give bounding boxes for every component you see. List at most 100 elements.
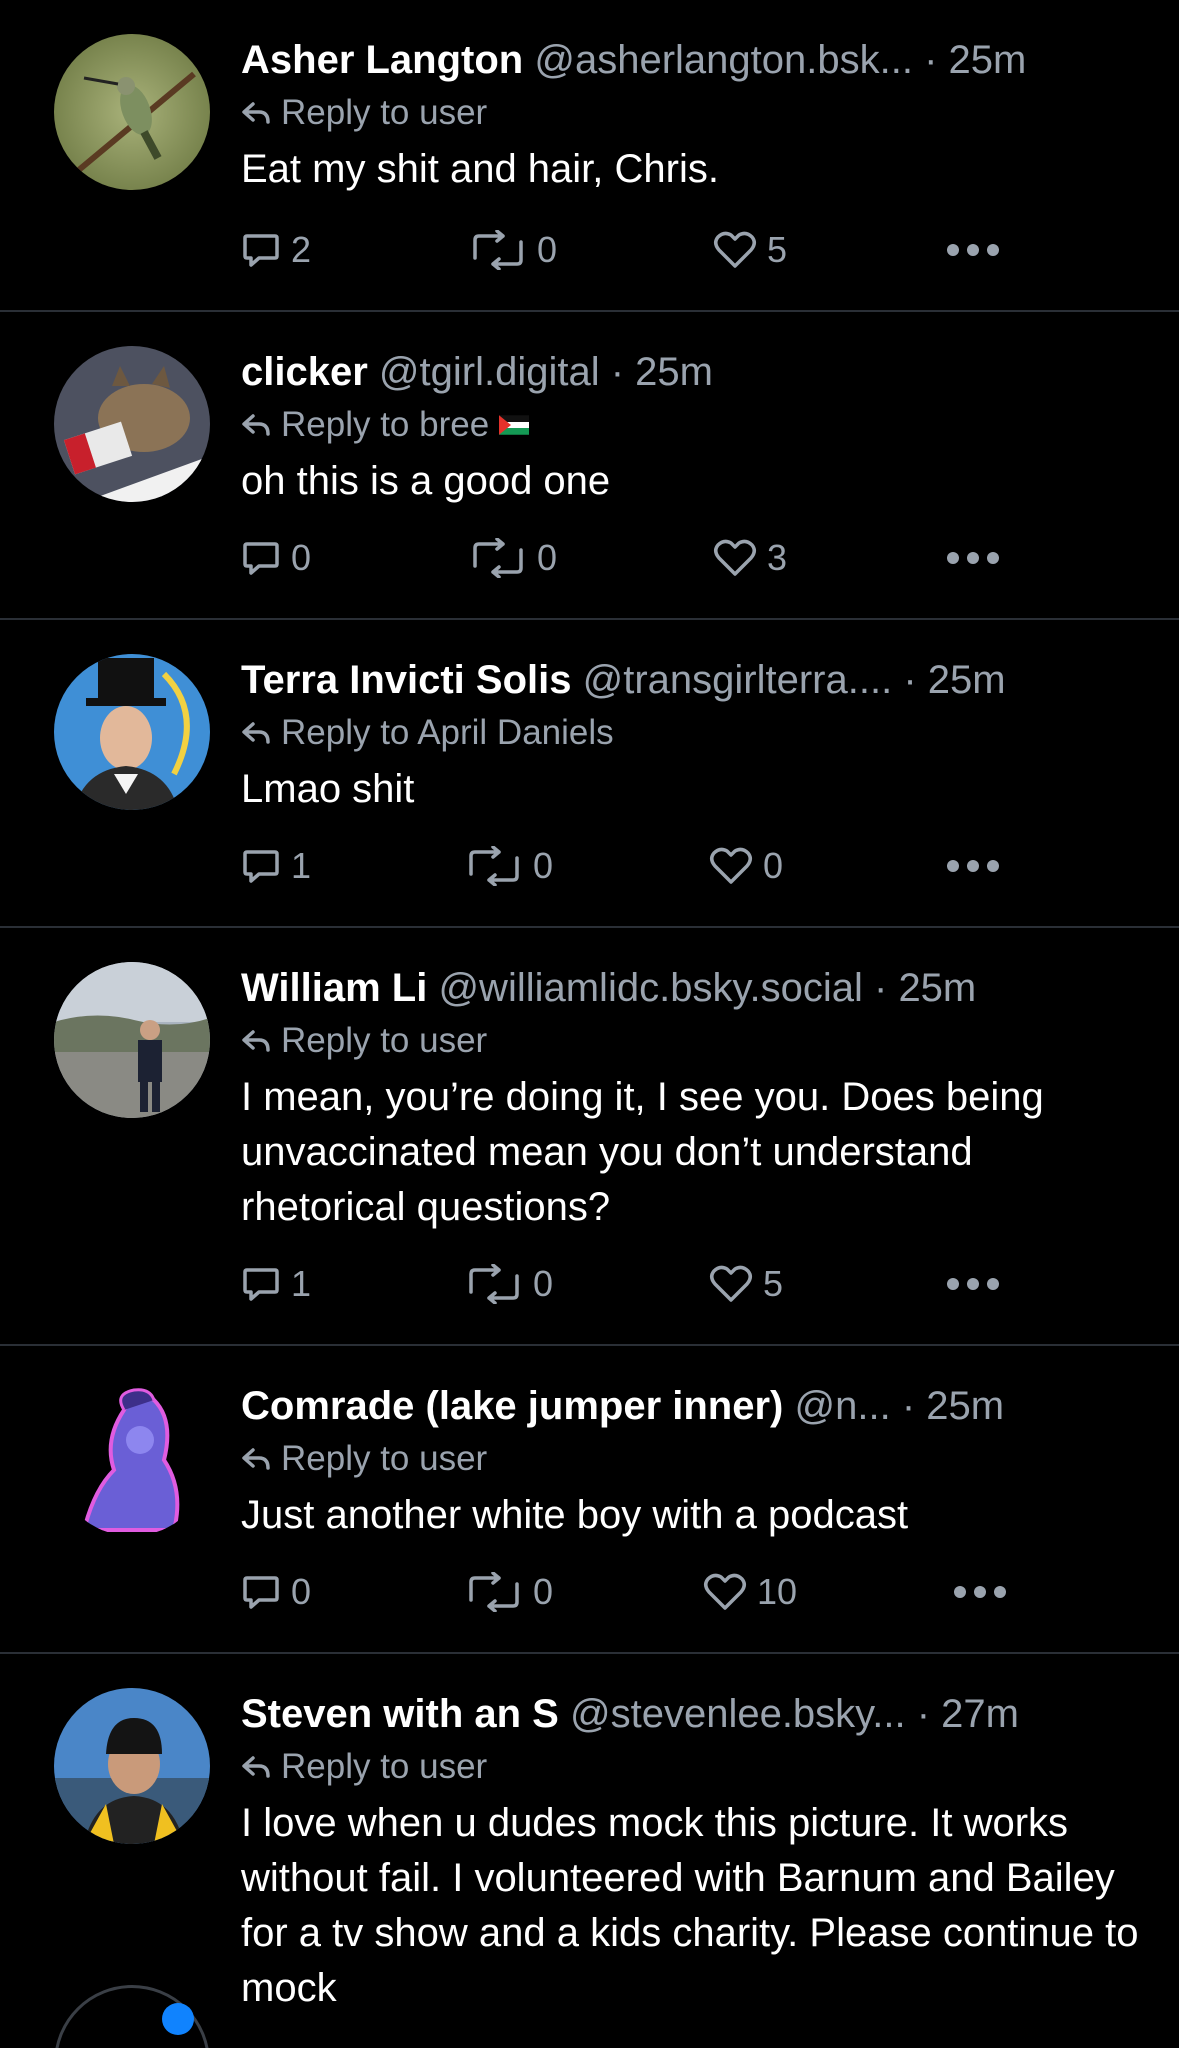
heart-icon [710, 1265, 752, 1302]
post-terra-invicti-solis[interactable]: Terra Invicti Solis @transgirlterra.... … [0, 620, 1179, 928]
avatar[interactable] [54, 34, 210, 190]
post-header: Steven with an S @stevenlee.bsky... · 27… [241, 1686, 1139, 1742]
repost-count: 0 [537, 229, 558, 270]
repost-arrows-icon [469, 1264, 519, 1304]
reply-to-label: Reply to user [281, 93, 488, 132]
more-options-button[interactable] [953, 1564, 1007, 1620]
post-time[interactable]: 25m [635, 350, 713, 394]
reply-context[interactable]: Reply to user [241, 1434, 1139, 1484]
repost-arrows-icon [469, 1572, 519, 1612]
beanie-man-avatar-image [54, 1688, 210, 1844]
author-name[interactable]: Terra Invicti Solis [241, 658, 572, 702]
post-time[interactable]: 25m [928, 658, 1006, 702]
ellipsis-icon [954, 1586, 1006, 1598]
reply-context[interactable]: Reply to user [241, 88, 1139, 138]
repost-count: 0 [533, 1571, 554, 1612]
separator-dot: · [901, 1384, 916, 1428]
post-comrade[interactable]: Comrade (lake jumper inner) @n... · 25m … [0, 1346, 1179, 1654]
repost-button[interactable]: 0 [465, 838, 553, 894]
outdoor-portrait-avatar-image [54, 962, 210, 1118]
post-time[interactable]: 25m [898, 966, 976, 1010]
more-options-button[interactable] [946, 838, 1000, 894]
like-count: 5 [763, 1263, 784, 1304]
reply-context[interactable]: Reply to bree [241, 400, 1139, 450]
reply-arrow-icon [242, 414, 270, 436]
post-clicker[interactable]: clicker @tgirl.digital · 25m Reply to br… [0, 312, 1179, 620]
post-time[interactable]: 25m [949, 38, 1027, 82]
post-text: I love when u dudes mock this picture. I… [241, 1801, 1139, 2010]
author-handle[interactable]: @asherlangton.bsk... [534, 38, 913, 82]
ellipsis-icon [947, 860, 999, 872]
reply-context[interactable]: Reply to April Daniels [241, 708, 1139, 758]
reply-to-label: Reply to user [281, 1439, 488, 1478]
repost-arrows-icon [473, 230, 523, 270]
author-name[interactable]: Comrade (lake jumper inner) [241, 1384, 783, 1428]
hummingbird-avatar-image [54, 34, 210, 190]
speech-bubble-icon [243, 542, 279, 575]
avatar[interactable] [54, 346, 210, 502]
like-button[interactable]: 5 [709, 1256, 783, 1312]
repost-button[interactable]: 0 [465, 1564, 553, 1620]
separator-dot: · [873, 966, 888, 1010]
post-actions: 2 0 5 [241, 222, 1021, 278]
avatar[interactable] [54, 654, 210, 810]
reply-button[interactable]: 1 [241, 838, 311, 894]
more-options-button[interactable] [946, 222, 1000, 278]
reply-button[interactable]: 0 [241, 1564, 311, 1620]
reply-to-label: Reply to user [281, 1747, 488, 1786]
like-count: 10 [757, 1571, 798, 1612]
separator-dot: · [916, 1692, 931, 1736]
post-steven-with-an-s[interactable]: Steven with an S @stevenlee.bsky... · 27… [0, 1654, 1179, 2048]
post-header: clicker @tgirl.digital · 25m [241, 344, 1139, 400]
post-text: Eat my shit and hair, Chris. [241, 147, 719, 191]
reply-arrow-icon [242, 1448, 270, 1470]
like-button[interactable]: 5 [713, 222, 787, 278]
author-handle[interactable]: @n... [795, 1384, 891, 1428]
reply-context[interactable]: Reply to user [241, 1016, 1139, 1066]
separator-dot: · [610, 350, 625, 394]
repost-button[interactable]: 0 [469, 222, 557, 278]
like-button[interactable]: 3 [713, 530, 787, 586]
post-william-li[interactable]: William Li @williamlidc.bsky.social · 25… [0, 928, 1179, 1346]
reply-to-label: Reply to user [281, 1021, 488, 1060]
like-button[interactable]: 0 [709, 838, 783, 894]
post-time[interactable]: 25m [926, 1384, 1004, 1428]
author-handle[interactable]: @tgirl.digital [379, 350, 600, 394]
repost-button[interactable]: 0 [465, 1256, 553, 1312]
reply-to-label: Reply to April Daniels [281, 713, 614, 752]
ellipsis-icon [947, 552, 999, 564]
avatar[interactable] [54, 1688, 210, 1844]
like-count: 3 [767, 537, 788, 578]
separator-dot: · [903, 658, 917, 702]
ellipsis-icon [947, 244, 999, 256]
reply-button[interactable]: 0 [241, 530, 311, 586]
speech-bubble-icon [243, 234, 279, 267]
author-name[interactable]: Steven with an S [241, 1692, 559, 1736]
repost-button[interactable]: 0 [469, 530, 557, 586]
speech-bubble-icon [243, 1268, 279, 1301]
post-actions: 0 0 10 [241, 1564, 1021, 1620]
author-handle[interactable]: @stevenlee.bsky... [570, 1692, 906, 1736]
post-header: Asher Langton @asherlangton.bsk... · 25m [241, 32, 1139, 88]
more-options-button[interactable] [946, 1256, 1000, 1312]
like-button[interactable]: 10 [703, 1564, 797, 1620]
heart-icon [704, 1573, 746, 1610]
author-handle[interactable]: @williamlidc.bsky.social [438, 966, 862, 1010]
speech-bubble-icon [243, 1576, 279, 1609]
post-asher-langton[interactable]: Asher Langton @asherlangton.bsk... · 25m… [0, 0, 1179, 312]
author-name[interactable]: Asher Langton [241, 38, 523, 82]
reply-button[interactable]: 1 [241, 1256, 311, 1312]
author-handle[interactable]: @transgirlterra.... [583, 658, 893, 702]
more-options-button[interactable] [946, 530, 1000, 586]
reply-button[interactable]: 2 [241, 222, 311, 278]
author-name[interactable]: William Li [241, 966, 427, 1010]
author-name[interactable]: clicker [241, 350, 368, 394]
post-time[interactable]: 27m [941, 1692, 1019, 1736]
top-hat-man-avatar-image [54, 654, 210, 810]
avatar[interactable] [54, 1380, 210, 1536]
thread-feed: Asher Langton @asherlangton.bsk... · 25m… [0, 0, 1179, 2048]
reply-context[interactable]: Reply to user [241, 1742, 1139, 1792]
reply-arrow-icon [242, 1756, 270, 1778]
avatar[interactable] [54, 962, 210, 1118]
like-count: 0 [763, 845, 784, 886]
